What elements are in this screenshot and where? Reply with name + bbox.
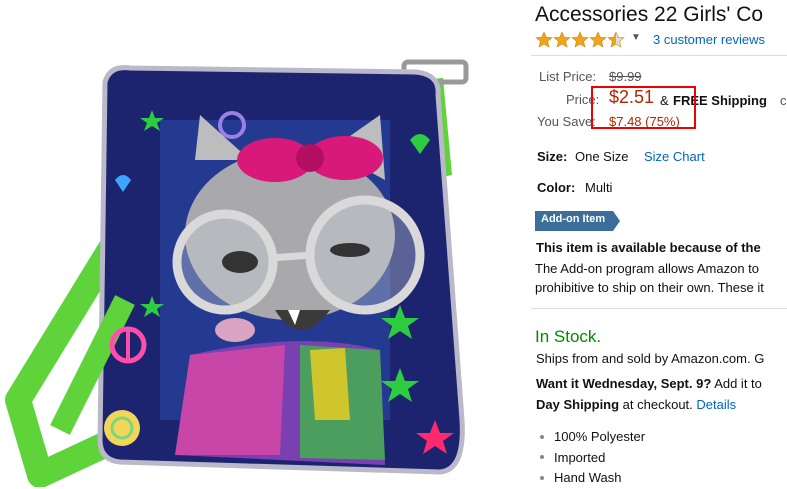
- delivery-rest: Add it to: [711, 376, 762, 391]
- size-chart-link[interactable]: Size Chart: [644, 149, 705, 164]
- price-highlight-box: [591, 86, 696, 129]
- addon-text-line: The Add-on program allows Amazon to: [535, 261, 760, 276]
- list-item: Imported: [535, 448, 645, 469]
- feature-text: 100% Polyester: [554, 429, 646, 444]
- delivery-date: Want it Wednesday, Sept. 9?: [536, 376, 712, 391]
- size-value: One Size: [575, 149, 629, 164]
- you-save-label: You Save:: [537, 114, 596, 129]
- addon-text-line: prohibitive to ship on their own. These …: [535, 280, 764, 295]
- bullet-icon: [540, 455, 544, 460]
- chevron-down-icon[interactable]: ▼: [631, 32, 641, 43]
- delivery-shipping: Day Shipping at checkout. Details: [536, 397, 736, 412]
- free-shipping-tail: c: [780, 93, 787, 108]
- star-rating[interactable]: [535, 31, 627, 49]
- bullet-icon: [540, 434, 544, 439]
- stock-status: In Stock.: [535, 327, 602, 346]
- product-title: Accessories 22 Girls' Co: [535, 3, 764, 26]
- product-image[interactable]: [0, 0, 525, 487]
- ships-from-text: Ships from and sold by Amazon.com. G: [536, 351, 765, 366]
- star-icons: [535, 31, 625, 48]
- addon-badge-label: Add-on Item: [541, 213, 606, 225]
- list-price-value: $9.99: [609, 69, 642, 84]
- addon-heading: This item is available because of the: [536, 240, 761, 255]
- color-label: Color:: [537, 180, 576, 195]
- feature-bullets: 100% Polyester Imported Hand Wash: [535, 427, 645, 489]
- size-label: Size:: [537, 149, 568, 164]
- list-item: 100% Polyester: [535, 427, 645, 448]
- divider: [531, 55, 787, 56]
- at-checkout-text: at checkout.: [619, 397, 697, 412]
- feature-text: Hand Wash: [554, 470, 622, 485]
- list-item: Hand Wash: [535, 468, 645, 489]
- bullet-icon: [540, 475, 544, 480]
- customer-reviews-link[interactable]: 3 customer reviews: [653, 32, 765, 47]
- color-value: Multi: [585, 180, 613, 195]
- delivery-estimate: Want it Wednesday, Sept. 9? Add it to: [536, 376, 762, 391]
- divider: [531, 308, 787, 309]
- feature-text: Imported: [554, 449, 606, 465]
- details-link[interactable]: Details: [696, 397, 736, 412]
- list-price-label: List Price:: [539, 69, 597, 84]
- day-shipping: Day Shipping: [536, 397, 620, 412]
